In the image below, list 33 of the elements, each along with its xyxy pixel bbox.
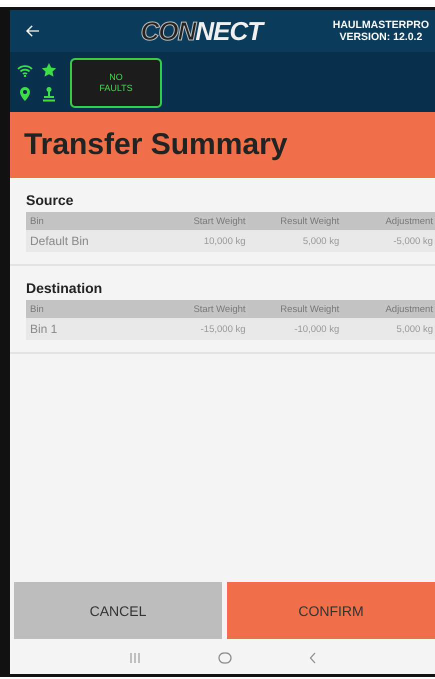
app-name: HAULMASTERPRO xyxy=(332,19,429,31)
section-heading: Source xyxy=(26,192,74,208)
table-cell-text: 5,000 kg xyxy=(396,324,433,334)
cancel-button[interactable]: CANCEL xyxy=(14,582,222,639)
table-cell-text: -5,000 kg xyxy=(392,236,433,246)
section-heading: Destination xyxy=(26,280,104,296)
star-icon xyxy=(41,62,57,78)
table-cell-text: 10,000 kg xyxy=(202,236,246,246)
column-header: Bin xyxy=(30,216,45,226)
logo: CONNECT xyxy=(40,16,333,46)
column-header: Adjustment xyxy=(384,216,433,226)
column-header: Result Weight xyxy=(279,216,340,226)
recent-apps-icon[interactable] xyxy=(128,652,140,662)
back-arrow-icon[interactable] xyxy=(26,25,40,37)
wifi-icon xyxy=(17,64,33,76)
column-header: Bin xyxy=(30,304,45,314)
back-icon[interactable] xyxy=(308,652,316,664)
page-title: Transfer Summary xyxy=(24,128,288,162)
table-cell-text: Bin 1 xyxy=(30,322,58,336)
table-cell-text: -15,000 kg xyxy=(200,324,246,334)
table-cell-text: Default Bin xyxy=(30,234,90,248)
stamp-icon xyxy=(42,86,56,102)
home-icon[interactable] xyxy=(218,652,232,664)
column-header: Start Weight xyxy=(192,304,246,314)
confirm-button[interactable]: CONFIRM xyxy=(227,582,435,639)
column-header: Start Weight xyxy=(192,216,246,226)
table-cell-text: 5,000 kg xyxy=(302,236,340,246)
location-pin-icon xyxy=(19,86,31,102)
version-text: VERSION: 12.0.2 xyxy=(339,31,422,43)
column-header: Result Weight xyxy=(279,304,340,314)
column-header: Adjustment xyxy=(384,304,433,314)
fault-status-badge: NO FAULTS xyxy=(70,58,162,108)
table-cell-text: -10,000 kg xyxy=(293,324,340,334)
